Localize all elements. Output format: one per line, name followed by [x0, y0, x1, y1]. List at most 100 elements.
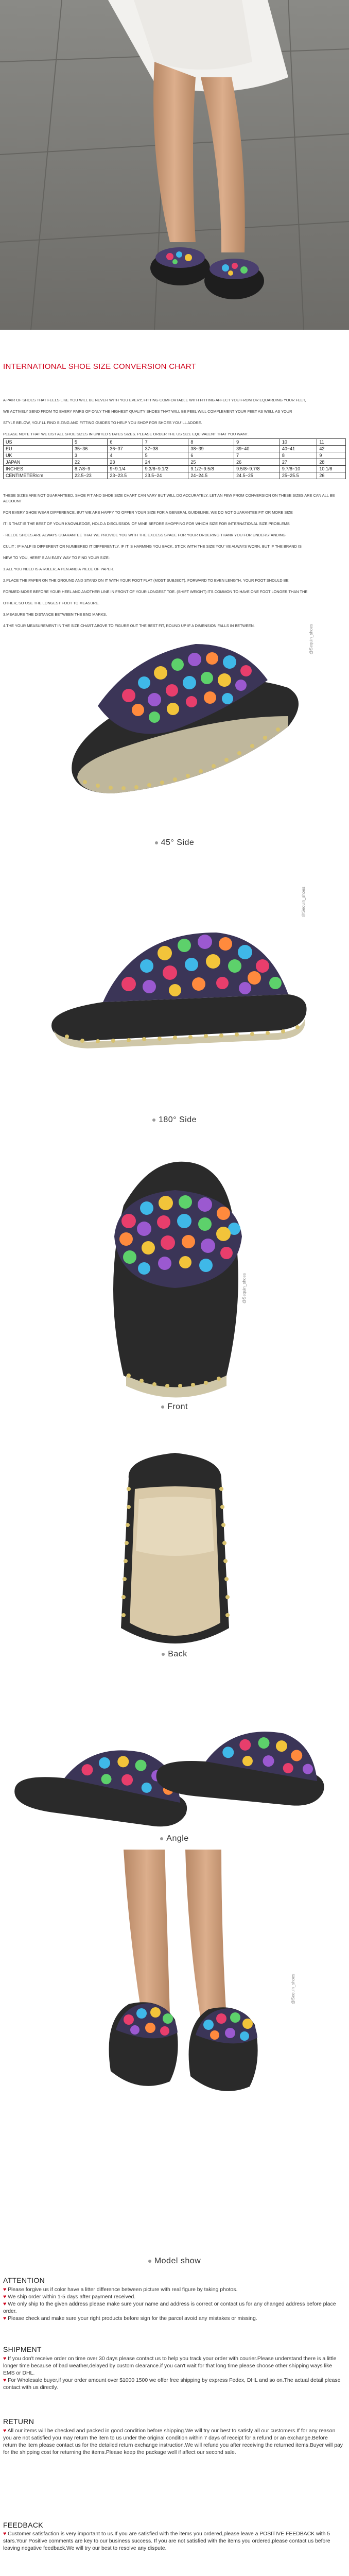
- size-cell: 6: [188, 452, 235, 459]
- caption-label: Model show: [154, 2257, 201, 2265]
- size-cell: 24.5~25: [234, 472, 280, 479]
- attention-list: ♥ Please forgive us if color have a litt…: [3, 2286, 343, 2323]
- size-cell: 23: [107, 459, 143, 466]
- size-cell: 25~25.5: [279, 472, 318, 479]
- size-row: JAPAN 22 23 24 25 26 27 28: [3, 459, 346, 466]
- size-cell: 26: [317, 472, 346, 479]
- size-row-label: CENTIMETER/cm: [3, 472, 73, 479]
- shipment-title: SHIPMENT: [3, 2345, 42, 2353]
- return-item: ♥ All our items will be checked and pack…: [3, 2428, 343, 2455]
- size-cell: 37~38: [142, 445, 189, 452]
- size-cell: 9.7/8~10: [279, 465, 318, 472]
- size-chart-intro: A PAIR OF SHOES THAT FEELS LIKE YOU WILL…: [3, 392, 346, 443]
- slide-angle-pair-illustration: [14, 1732, 324, 1827]
- model-street-illustration: [0, 0, 349, 358]
- heart-icon: ♥: [3, 2428, 7, 2434]
- attention-title: ATTENTION: [3, 2276, 45, 2284]
- model-street-photo: [0, 0, 349, 358]
- size-row: US 5 6 7 8 9 10 11: [3, 438, 346, 446]
- caption-dot-icon: [161, 1405, 165, 1409]
- intro-line: WE ACTIVELY SEND FROM TO EVERY PAIRS OF …: [3, 409, 292, 414]
- view-180-side-photo: @Sequin_shoes: [0, 855, 349, 1123]
- intro-line: A PAIR OF SHOES THAT FEELS LIKE YOU WILL…: [3, 398, 306, 402]
- intro-line: STYLE BELOW, YOU' LL FIND SIZING AND FIT…: [3, 420, 202, 425]
- size-cell: 9: [317, 452, 346, 459]
- attention-item: ♥ We only ship to the given address plea…: [3, 2301, 336, 2314]
- view-angle-photo: [0, 1667, 349, 1839]
- note-line: 1.ALL YOU NEED IS A RULER, A PEN AND A P…: [3, 567, 114, 571]
- caption-label: 180° Side: [158, 1115, 197, 1124]
- view-model-show-photo: @Sequin_shoes: [0, 1850, 349, 2112]
- view-front-photo: @Sequin_shoes: [0, 1133, 349, 1422]
- size-row-label: INCHES: [3, 465, 73, 472]
- size-cell: 7: [142, 438, 189, 446]
- size-chart-title: INTERNATIONAL SHOE SIZE CONVERSION CHART: [3, 362, 197, 371]
- watermark: @Sequin_shoes: [309, 624, 313, 654]
- feedback-list: ♥ Customer satisfaction is very importan…: [3, 2531, 343, 2552]
- size-cell: 28: [317, 459, 346, 466]
- heart-icon: ♥: [3, 2356, 7, 2362]
- size-cell: 40~41: [279, 445, 318, 452]
- size-cell: 35~36: [72, 445, 108, 452]
- size-row-label: UK: [3, 452, 73, 459]
- attention-item: ♥ Please forgive us if color have a litt…: [3, 2287, 238, 2293]
- size-cell: 7: [234, 452, 280, 459]
- street-sandal-left: [150, 247, 210, 285]
- size-cell: 4: [107, 452, 143, 459]
- size-cell: 38~39: [188, 445, 235, 452]
- heart-icon: ♥: [3, 2531, 7, 2537]
- slide-front-illustration: [113, 1161, 242, 1398]
- size-cell: 9.1/2~9.5/8: [188, 465, 235, 472]
- heart-icon: ♥: [3, 2378, 7, 2383]
- size-cell: 10: [279, 438, 318, 446]
- size-cell: 9~9.1/4: [107, 465, 143, 472]
- note-line: IT IS THAT IS THE BEST OF YOUR KNOWLEDGE…: [3, 521, 290, 526]
- size-cell: 8: [188, 438, 235, 446]
- size-cell: 6: [107, 438, 143, 446]
- model-show-sandal-left: [109, 2002, 178, 2086]
- heart-icon: ♥: [3, 2316, 7, 2321]
- attention-item: ♥ Please check and make sure your right …: [3, 2316, 257, 2321]
- caption-dot-icon: [162, 1652, 165, 1656]
- size-cell: 9.3/8~9.1/2: [142, 465, 189, 472]
- size-cell: 42: [317, 445, 346, 452]
- caption-dot-icon: [160, 1837, 164, 1840]
- note-line: NEW TO YOU, HERE' S AN EASY WAY TO FIND …: [3, 555, 110, 560]
- slide-180-side-illustration: [51, 933, 307, 1048]
- caption-dot-icon: [152, 1118, 155, 1122]
- size-cell: 9: [234, 438, 280, 446]
- intro-line: PLEASE NOTE THAT WE LIST ALL SHOE SIZES …: [3, 432, 249, 436]
- street-sandal-right: [204, 259, 264, 299]
- return-list: ♥ All our items will be checked and pack…: [3, 2428, 343, 2456]
- note-line: THESE SIZES ARE NOT GUARANTEED, SHOE FIT…: [3, 493, 335, 503]
- shipment-list: ♥ If you don't receive order on time ove…: [3, 2355, 343, 2392]
- shipment-item: ♥ If you don't receive order on time ove…: [3, 2356, 337, 2376]
- note-line: - RELOE SHOES ARE ALWAYS GUARANTEE THAT …: [3, 533, 286, 537]
- caption-dot-icon: [148, 2259, 151, 2263]
- shipment-item: ♥ For Wholesale buyer,if your order amou…: [3, 2378, 341, 2391]
- size-cell: 8.7/8~9: [72, 465, 108, 472]
- heart-icon: ♥: [3, 2287, 7, 2293]
- watermark: @Sequin_shoes: [242, 1273, 247, 1303]
- size-conversion-table: US 5 6 7 8 9 10 11 EU 35~36 36~37 37~38 38~39 39~40 40…: [3, 438, 346, 479]
- size-cell: 8: [279, 452, 318, 459]
- view-45-side-photo: @Sequin_shoes: [0, 577, 349, 845]
- note-line: CULIT : IF HALF IS DIFFERENT OR NUMBERED…: [3, 544, 302, 549]
- watermark: @Sequin_shoes: [291, 1974, 295, 2004]
- size-cell: 26: [234, 459, 280, 466]
- size-cell: 27: [279, 459, 318, 466]
- size-cell: 10.1/8: [317, 465, 346, 472]
- size-cell: 25: [188, 459, 235, 466]
- size-cell: 3: [72, 452, 108, 459]
- size-cell: 5: [72, 438, 108, 446]
- view-caption-angle: Angle: [0, 1834, 349, 1843]
- size-cell: 36~37: [107, 445, 143, 452]
- size-row: UK 3 4 5 6 7 8 9: [3, 452, 346, 459]
- size-cell: 24: [142, 459, 189, 466]
- model-show-sandal-right: [188, 2007, 258, 2091]
- view-back-photo: [0, 1422, 349, 1669]
- size-cell: 39~40: [234, 445, 280, 452]
- size-row: CENTIMETER/cm 22.5~23 23~23.5 23.5~24 24~24.…: [3, 472, 346, 479]
- caption-label: 45° Side: [161, 838, 195, 847]
- heart-icon: ♥: [3, 2294, 7, 2300]
